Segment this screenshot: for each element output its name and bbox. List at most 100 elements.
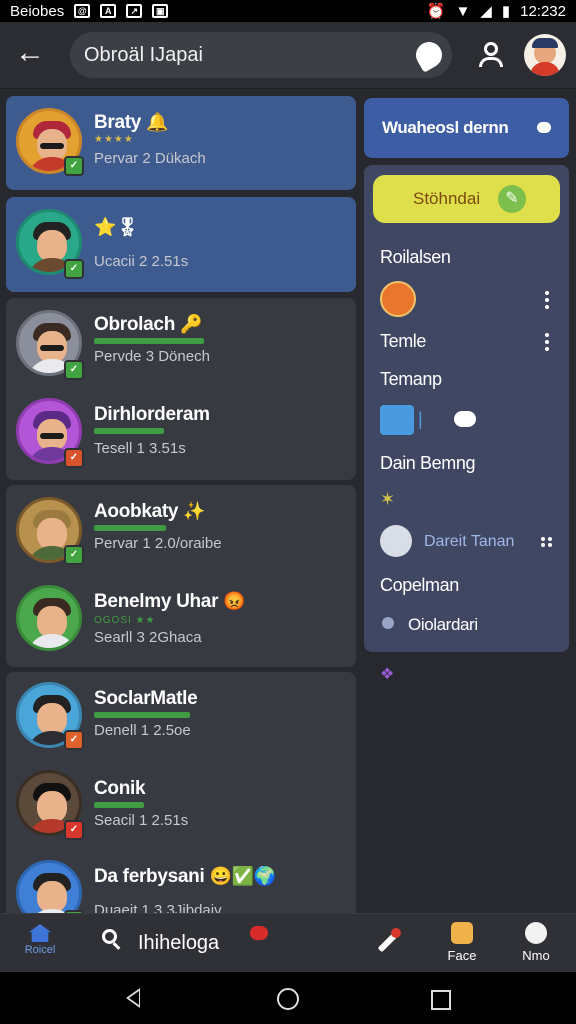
- chat-row[interactable]: ✓ Aoobkaty ✨ Pervar 1 2.0/oraibe: [6, 485, 356, 575]
- status-badge-icon: ✓: [64, 820, 84, 840]
- chat-subtitle: Seacil 1 2.51s: [94, 812, 189, 829]
- menu-item[interactable]: Oiolardari: [408, 615, 478, 635]
- chat-row[interactable]: ✓ Da ferbysani 😀✅🌍 Duaeit 1 3 3Jibdaiv: [6, 852, 356, 913]
- chat-name: Obrolach: [94, 314, 176, 335]
- tool-icon[interactable]: [376, 928, 402, 954]
- avatar: [16, 585, 82, 651]
- notification-icon: A: [100, 4, 117, 18]
- chat-subtitle: Ucacii 2 2.51s: [94, 253, 189, 270]
- chat-card[interactable]: ✓ ⭐🎖 Ucacii 2 2.51s: [6, 197, 356, 292]
- notification-icon: @: [74, 4, 91, 18]
- rating-stars: OGOSI ★★: [94, 615, 156, 626]
- nav-nmo[interactable]: Nmo: [511, 922, 561, 963]
- contacts-icon[interactable]: [476, 40, 506, 70]
- chat-group-card: ✓ Obrolach 🔑 Pervde 3 Dönech ✓ Dirhlorde…: [6, 298, 356, 480]
- search-field[interactable]: Obroäl IJapai: [70, 32, 452, 78]
- nav-nmo-label: Nmo: [522, 948, 550, 963]
- activity-bar: [94, 338, 204, 344]
- chat-emoji: 😡: [223, 591, 246, 611]
- chat-card[interactable]: ✓ Braty 🔔 ★★★★ Pervar 2 Dükach: [6, 96, 356, 190]
- right-panel-title: Wuaheosl dernn: [382, 118, 509, 137]
- chat-emoji: 🔔: [146, 112, 169, 132]
- chat-row[interactable]: Benelmy Uhar 😡 OGOSI ★★ Searll 3 2Ghaca: [6, 575, 356, 665]
- avatar[interactable]: [380, 525, 412, 557]
- menu-item[interactable]: Temle: [380, 331, 426, 352]
- clock: 12:232: [520, 2, 566, 20]
- chat-bubble-icon[interactable]: [411, 37, 447, 73]
- nav-search-label[interactable]: Ihiheloga: [138, 932, 219, 955]
- divider-icon: |: [418, 409, 423, 429]
- back-arrow-icon[interactable]: ←: [14, 38, 46, 70]
- online-badge-icon: ✓: [64, 360, 84, 380]
- nav-face[interactable]: Face: [437, 922, 487, 963]
- system-recents-icon[interactable]: [431, 990, 451, 1010]
- rating-stars: ★★★★: [94, 134, 134, 145]
- signal-icon: ◢: [480, 3, 492, 20]
- menu-item[interactable]: Dain Bemng: [380, 453, 475, 474]
- nav-home-label: Roicel: [24, 944, 56, 956]
- online-badge-icon: ✓: [64, 259, 84, 279]
- activity-bar: [94, 712, 190, 718]
- sticker-icon: ❖: [380, 666, 395, 683]
- chat-emoji: 🔑: [180, 314, 203, 334]
- chat-name: Conik: [94, 778, 146, 799]
- chat-name: Benelmy Uhar: [94, 591, 219, 612]
- chat-row[interactable]: ✓ Dirhlorderam Tesell 1 3.51s: [6, 388, 356, 478]
- search-text: Obroäl IJapai: [84, 43, 203, 66]
- nav-home[interactable]: Roicel: [14, 920, 66, 956]
- menu-link[interactable]: Dareit Tanan: [424, 533, 514, 551]
- chat-name: Dirhlorderam: [94, 404, 210, 425]
- status-bar: Beiobes @ A ↗ ▣ ⏰ ▼ ◢ ▮ 12:232: [0, 0, 576, 22]
- notification-icon: ↗: [126, 4, 143, 18]
- chat-name: SoclarMatle: [94, 688, 198, 709]
- menu-item[interactable]: Temanp: [380, 369, 442, 390]
- wifi-icon: ▼: [455, 2, 471, 20]
- chat-group-card: ✓ SoclarMatle Denell 1 2.5oe ✓ Conik Sea…: [6, 672, 356, 913]
- notification-dot: [250, 926, 268, 940]
- avatar: [16, 860, 82, 913]
- more-options-icon[interactable]: [545, 333, 551, 354]
- battery-icon: ▮: [501, 3, 511, 20]
- chat-subtitle: Pervar 1 2.0/oraibe: [94, 535, 222, 552]
- more-options-icon[interactable]: [541, 537, 553, 547]
- home-icon: [29, 924, 51, 942]
- media-thumbnail-icon[interactable]: [380, 405, 414, 435]
- online-badge-icon: ✓: [64, 545, 84, 565]
- top-bar: ← Obroäl IJapai: [0, 22, 576, 89]
- more-options-icon[interactable]: [545, 291, 551, 312]
- chef-icon: [525, 922, 547, 944]
- chat-name: Braty: [94, 112, 142, 133]
- chat-bubble-icon[interactable]: [454, 411, 476, 427]
- pill-label: Stöhndai: [413, 189, 481, 208]
- chat-subtitle: Pervde 3 Dönech: [94, 348, 210, 365]
- chat-subtitle: Denell 1 2.5oe: [94, 722, 191, 739]
- group-avatar[interactable]: [380, 281, 416, 317]
- profile-avatar[interactable]: [524, 34, 566, 76]
- chat-emoji: 😀✅🌍: [209, 866, 276, 886]
- chat-row[interactable]: ✓ Conik Seacil 1 2.51s: [6, 762, 356, 852]
- right-panel: Stöhndai ✎ Roilalsen Temle Temanp | Dain…: [364, 165, 569, 652]
- sparkle-icon: ✶: [380, 489, 396, 509]
- activity-bar: [94, 428, 164, 434]
- chat-subtitle: Searll 3 2Ghaca: [94, 629, 202, 646]
- system-home-icon[interactable]: [277, 988, 299, 1010]
- nav-face-label: Face: [447, 948, 477, 963]
- right-panel-header[interactable]: Wuaheosl dernn: [364, 98, 569, 158]
- status-pill-button[interactable]: Stöhndai ✎: [373, 175, 560, 223]
- chat-bubble-icon[interactable]: [537, 122, 551, 133]
- status-badge-icon: ✓: [64, 448, 84, 468]
- search-icon[interactable]: [100, 928, 122, 950]
- alarm-icon: ⏰: [426, 3, 446, 20]
- edit-icon[interactable]: ✎: [498, 185, 526, 213]
- chat-row[interactable]: ✓ Obrolach 🔑 Pervde 3 Dönech: [6, 298, 356, 388]
- notification-icon: ▣: [152, 4, 169, 18]
- chat-subtitle: Tesell 1 3.51s: [94, 440, 186, 457]
- status-badge-icon: ✓: [64, 730, 84, 750]
- system-back-icon[interactable]: [126, 988, 140, 1008]
- chat-group-card: ✓ Aoobkaty ✨ Pervar 1 2.0/oraibe Benelmy…: [6, 485, 356, 667]
- bottom-nav: Roicel Ihiheloga Face Nmo: [0, 913, 576, 972]
- menu-item[interactable]: Roilalsen: [380, 247, 451, 268]
- chat-subtitle: Pervar 2 Dükach: [94, 150, 206, 167]
- menu-item[interactable]: Copelman: [380, 575, 459, 596]
- chat-row[interactable]: ✓ SoclarMatle Denell 1 2.5oe: [6, 672, 356, 762]
